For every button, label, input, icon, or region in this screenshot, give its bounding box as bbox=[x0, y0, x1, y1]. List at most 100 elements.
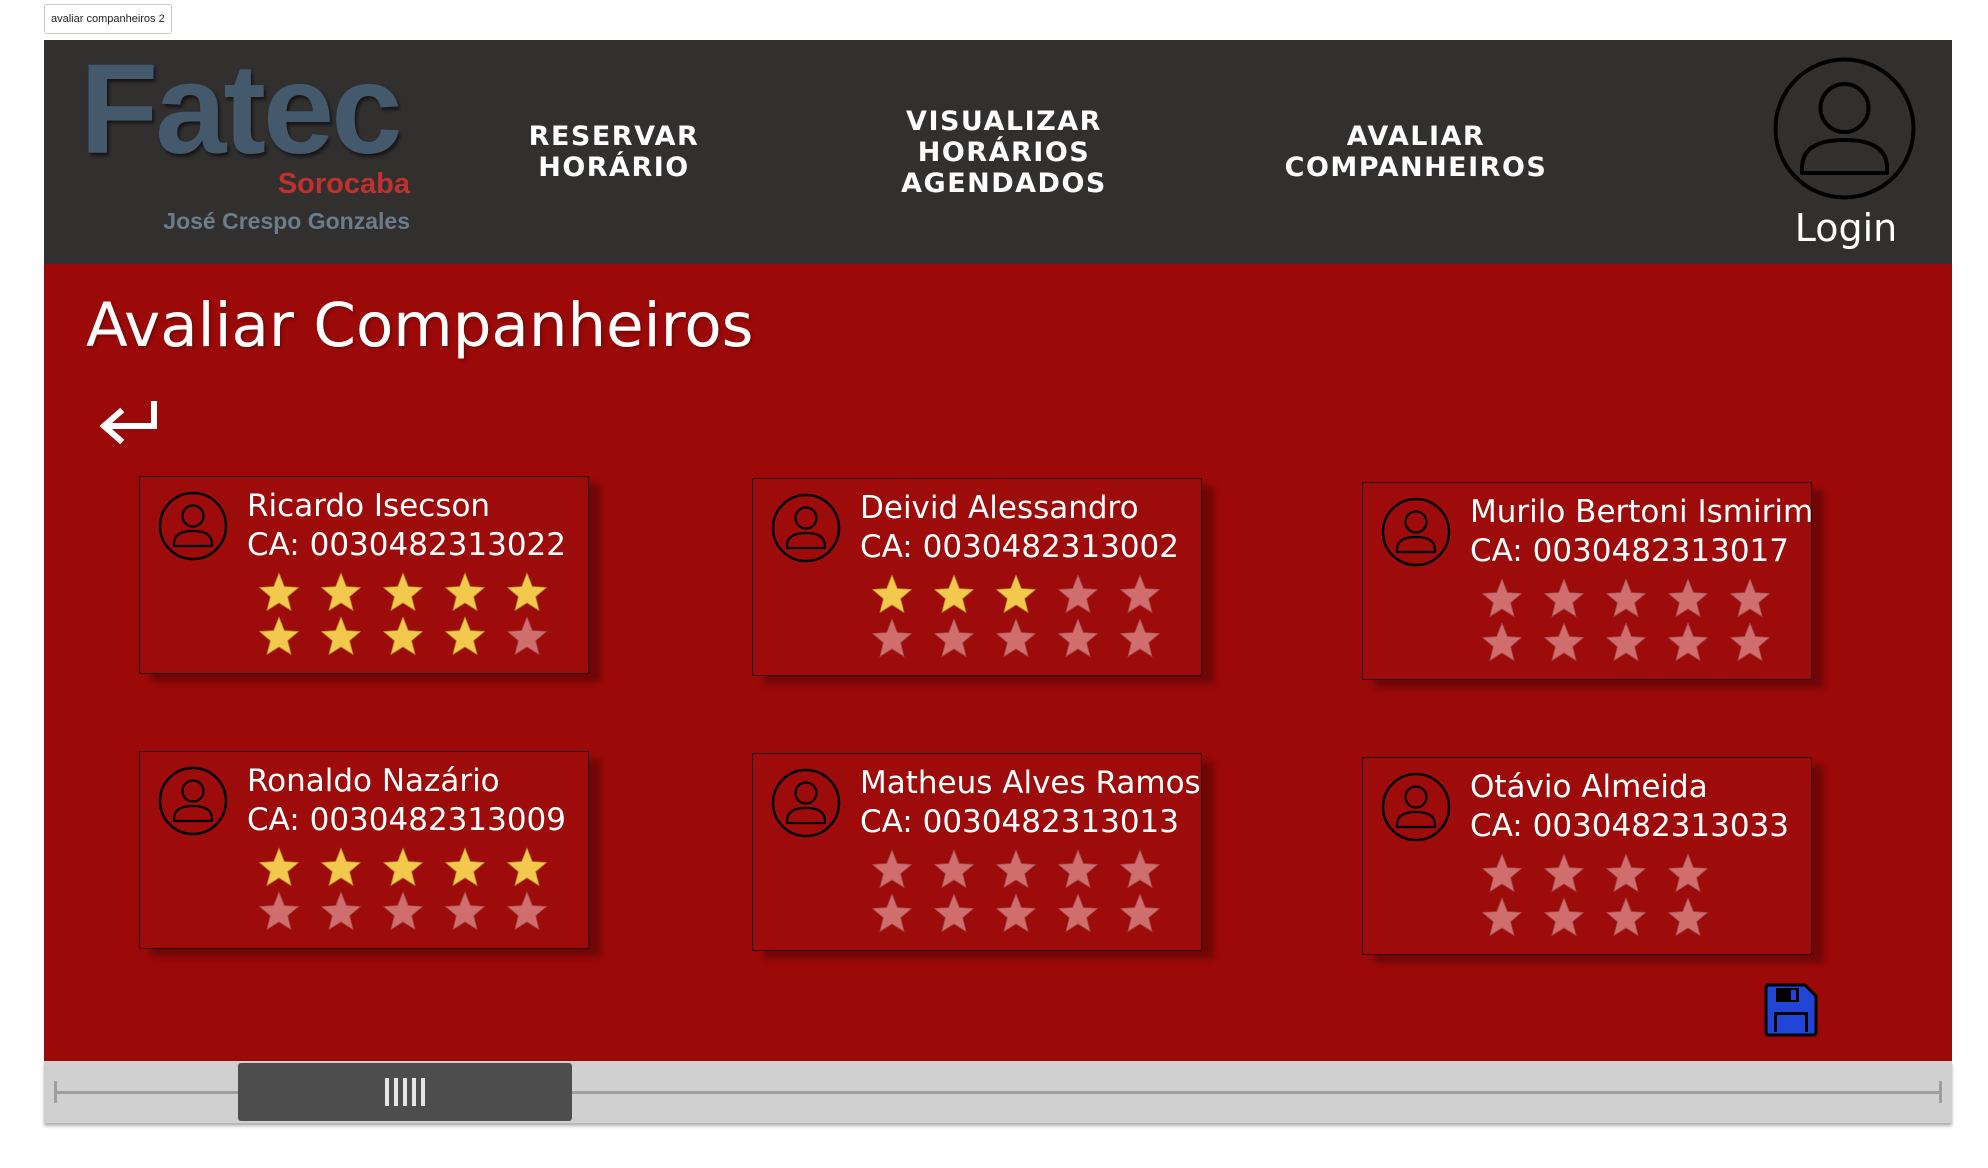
star-empty-icon[interactable] bbox=[1471, 852, 1533, 896]
login-label: Login bbox=[1794, 206, 1898, 250]
star-empty-icon[interactable] bbox=[1047, 617, 1109, 661]
star-filled-icon[interactable] bbox=[310, 846, 372, 890]
star-empty-icon[interactable] bbox=[923, 892, 985, 936]
nav-label-line: RESERVAR bbox=[528, 121, 700, 152]
star-filled-icon[interactable] bbox=[434, 846, 496, 890]
star-empty-icon[interactable] bbox=[1109, 848, 1171, 892]
star-rating[interactable] bbox=[1471, 577, 1791, 665]
scroll-thumb[interactable] bbox=[238, 1063, 572, 1121]
star-filled-icon[interactable] bbox=[496, 846, 558, 890]
star-filled-icon[interactable] bbox=[372, 571, 434, 615]
nav-visualizar-horarios[interactable]: VISUALIZAR HORÁRIOS AGENDADOS bbox=[884, 40, 1124, 264]
star-empty-icon[interactable] bbox=[923, 617, 985, 661]
peer-ca: CA: 0030482313017 bbox=[1470, 533, 1790, 569]
star-rating[interactable] bbox=[248, 846, 568, 934]
scroll-track-start bbox=[54, 1081, 57, 1103]
star-row bbox=[861, 848, 1181, 892]
star-empty-icon[interactable] bbox=[1047, 892, 1109, 936]
star-row bbox=[861, 573, 1181, 617]
star-empty-icon[interactable] bbox=[1595, 621, 1657, 665]
star-rating[interactable] bbox=[861, 573, 1181, 661]
star-empty-icon[interactable] bbox=[1047, 848, 1109, 892]
return-arrow-icon[interactable] bbox=[94, 396, 162, 450]
star-empty-icon[interactable] bbox=[496, 615, 558, 659]
fatec-logo: Fatec Sorocaba José Crespo Gonzales bbox=[80, 46, 410, 248]
star-filled-icon[interactable] bbox=[248, 615, 310, 659]
star-filled-icon[interactable] bbox=[310, 615, 372, 659]
peer-ca: CA: 0030482313022 bbox=[247, 527, 567, 563]
floppy-disk-icon[interactable] bbox=[1763, 982, 1819, 1038]
logo-person-text: José Crespo Gonzales bbox=[163, 208, 410, 234]
star-row bbox=[248, 846, 568, 890]
star-row bbox=[861, 617, 1181, 661]
star-empty-icon[interactable] bbox=[1109, 892, 1171, 936]
star-empty-icon[interactable] bbox=[1719, 621, 1781, 665]
star-filled-icon[interactable] bbox=[248, 571, 310, 615]
star-empty-icon[interactable] bbox=[861, 848, 923, 892]
star-empty-icon[interactable] bbox=[1533, 852, 1595, 896]
star-empty-icon[interactable] bbox=[1533, 896, 1595, 940]
star-empty-icon[interactable] bbox=[1109, 617, 1171, 661]
nav-label-line: HORÁRIO bbox=[538, 152, 690, 183]
star-empty-icon[interactable] bbox=[1533, 621, 1595, 665]
star-empty-icon[interactable] bbox=[434, 890, 496, 934]
nav-avaliar-companheiros[interactable]: AVALIAR COMPANHEIROS bbox=[1266, 40, 1566, 264]
star-filled-icon[interactable] bbox=[248, 846, 310, 890]
star-filled-icon[interactable] bbox=[985, 573, 1047, 617]
star-empty-icon[interactable] bbox=[985, 892, 1047, 936]
star-empty-icon[interactable] bbox=[985, 617, 1047, 661]
star-empty-icon[interactable] bbox=[861, 892, 923, 936]
star-empty-icon[interactable] bbox=[1719, 577, 1781, 621]
star-filled-icon[interactable] bbox=[310, 571, 372, 615]
star-empty-icon[interactable] bbox=[1471, 577, 1533, 621]
star-empty-icon[interactable] bbox=[923, 848, 985, 892]
horizontal-scrollbar[interactable] bbox=[44, 1061, 1952, 1123]
star-empty-icon[interactable] bbox=[1595, 896, 1657, 940]
star-filled-icon[interactable] bbox=[923, 573, 985, 617]
star-filled-icon[interactable] bbox=[372, 846, 434, 890]
star-empty-icon[interactable] bbox=[985, 848, 1047, 892]
star-empty-icon[interactable] bbox=[496, 890, 558, 934]
star-row bbox=[1471, 621, 1791, 665]
star-empty-icon[interactable] bbox=[1109, 573, 1171, 617]
star-empty-icon[interactable] bbox=[1657, 852, 1719, 896]
star-filled-icon[interactable] bbox=[861, 573, 923, 617]
star-row bbox=[248, 615, 568, 659]
grip-line bbox=[394, 1078, 398, 1106]
star-empty-icon[interactable] bbox=[1533, 577, 1595, 621]
star-row bbox=[248, 571, 568, 615]
peer-name: Ricardo Isecson bbox=[247, 488, 491, 524]
peer-ca: CA: 0030482313009 bbox=[247, 802, 567, 838]
login-button[interactable]: Login bbox=[1771, 56, 1921, 256]
star-empty-icon[interactable] bbox=[1471, 621, 1533, 665]
peer-name: Matheus Alves Ramos bbox=[860, 765, 1201, 801]
star-filled-icon[interactable] bbox=[496, 571, 558, 615]
top-navbar: Fatec Sorocaba José Crespo Gonzales RESE… bbox=[44, 40, 1952, 264]
star-filled-icon[interactable] bbox=[372, 615, 434, 659]
star-empty-icon[interactable] bbox=[1595, 852, 1657, 896]
peer-card: Deivid Alessandro CA: 0030482313002 bbox=[752, 478, 1202, 676]
star-filled-icon[interactable] bbox=[434, 571, 496, 615]
star-empty-icon[interactable] bbox=[1595, 577, 1657, 621]
star-empty-icon[interactable] bbox=[372, 890, 434, 934]
star-empty-icon[interactable] bbox=[248, 890, 310, 934]
main-content: Avaliar Companheiros Ricardo Isecson CA:… bbox=[44, 264, 1952, 1061]
star-empty-icon[interactable] bbox=[861, 617, 923, 661]
nav-reservar-horario[interactable]: RESERVAR HORÁRIO bbox=[484, 40, 744, 264]
star-rating[interactable] bbox=[248, 571, 568, 659]
scroll-track-end bbox=[1939, 1081, 1942, 1103]
star-empty-icon[interactable] bbox=[1657, 621, 1719, 665]
frame-label: avaliar companheiros 2 bbox=[44, 4, 172, 34]
logo-city-text: Sorocaba bbox=[277, 168, 410, 200]
nav-label-line: COMPANHEIROS bbox=[1284, 152, 1548, 183]
star-empty-icon[interactable] bbox=[310, 890, 372, 934]
user-icon bbox=[1773, 57, 1916, 200]
star-filled-icon[interactable] bbox=[434, 615, 496, 659]
star-empty-icon[interactable] bbox=[1657, 577, 1719, 621]
star-empty-icon[interactable] bbox=[1657, 896, 1719, 940]
star-empty-icon[interactable] bbox=[1047, 573, 1109, 617]
star-rating[interactable] bbox=[1471, 852, 1791, 940]
star-empty-icon[interactable] bbox=[1471, 896, 1533, 940]
grip-line bbox=[421, 1078, 425, 1106]
star-rating[interactable] bbox=[861, 848, 1181, 936]
